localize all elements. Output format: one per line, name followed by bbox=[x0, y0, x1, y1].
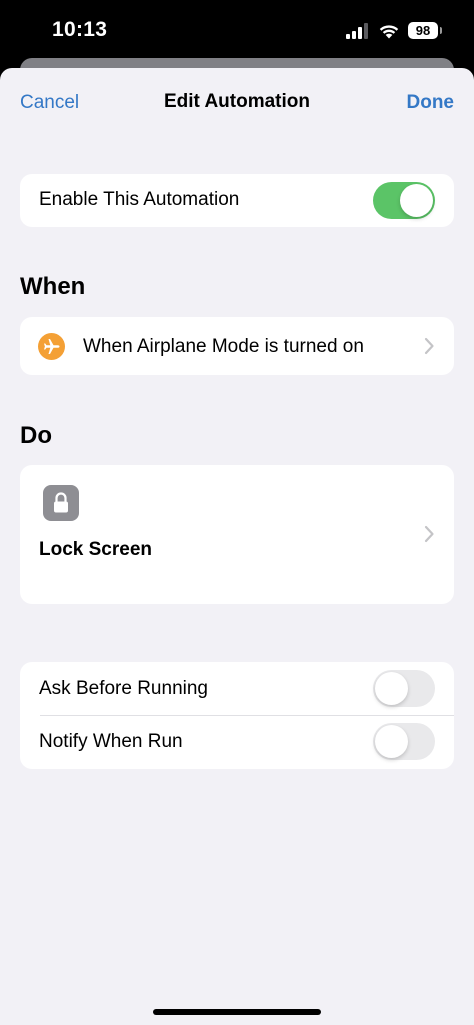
row-divider bbox=[40, 715, 454, 716]
lock-icon bbox=[43, 485, 79, 521]
edit-automation-sheet: Cancel Edit Automation Done Enable This … bbox=[0, 68, 474, 1025]
done-button[interactable]: Done bbox=[407, 92, 455, 114]
battery-icon: 98 bbox=[408, 22, 442, 39]
when-section-header: When bbox=[20, 273, 86, 300]
airplane-icon bbox=[38, 333, 65, 360]
trigger-row[interactable]: When Airplane Mode is turned on bbox=[20, 317, 454, 375]
enable-automation-label: Enable This Automation bbox=[39, 189, 240, 210]
navigation-bar: Cancel Edit Automation Done bbox=[0, 68, 474, 138]
toggle-knob bbox=[375, 725, 408, 758]
do-section-header: Do bbox=[20, 422, 52, 449]
options-card: Ask Before Running Notify When Run bbox=[20, 662, 454, 769]
action-label: Lock Screen bbox=[39, 539, 152, 560]
status-indicators: 98 bbox=[346, 22, 442, 39]
status-time: 10:13 bbox=[52, 18, 108, 41]
ask-before-running-toggle[interactable] bbox=[373, 670, 435, 707]
enable-automation-toggle[interactable] bbox=[373, 182, 435, 219]
chevron-right-icon bbox=[424, 525, 434, 543]
wifi-icon bbox=[379, 24, 399, 38]
trigger-label: When Airplane Mode is turned on bbox=[83, 336, 364, 357]
battery-level: 98 bbox=[415, 23, 431, 38]
toggle-knob bbox=[375, 672, 408, 705]
notify-when-run-toggle[interactable] bbox=[373, 723, 435, 760]
action-card[interactable]: Lock Screen bbox=[20, 465, 454, 604]
status-bar: 10:13 98 bbox=[0, 0, 474, 60]
notify-when-run-label: Notify When Run bbox=[39, 731, 183, 752]
home-indicator[interactable] bbox=[153, 1009, 321, 1015]
toggle-knob bbox=[400, 184, 433, 217]
enable-automation-card: Enable This Automation bbox=[20, 174, 454, 227]
cellular-signal-icon bbox=[346, 22, 368, 39]
chevron-right-icon bbox=[424, 337, 434, 355]
ask-before-running-label: Ask Before Running bbox=[39, 678, 208, 699]
screen: 10:13 98 Cancel Edit Automation Done Ena… bbox=[0, 0, 474, 1025]
cancel-button[interactable]: Cancel bbox=[20, 92, 79, 114]
